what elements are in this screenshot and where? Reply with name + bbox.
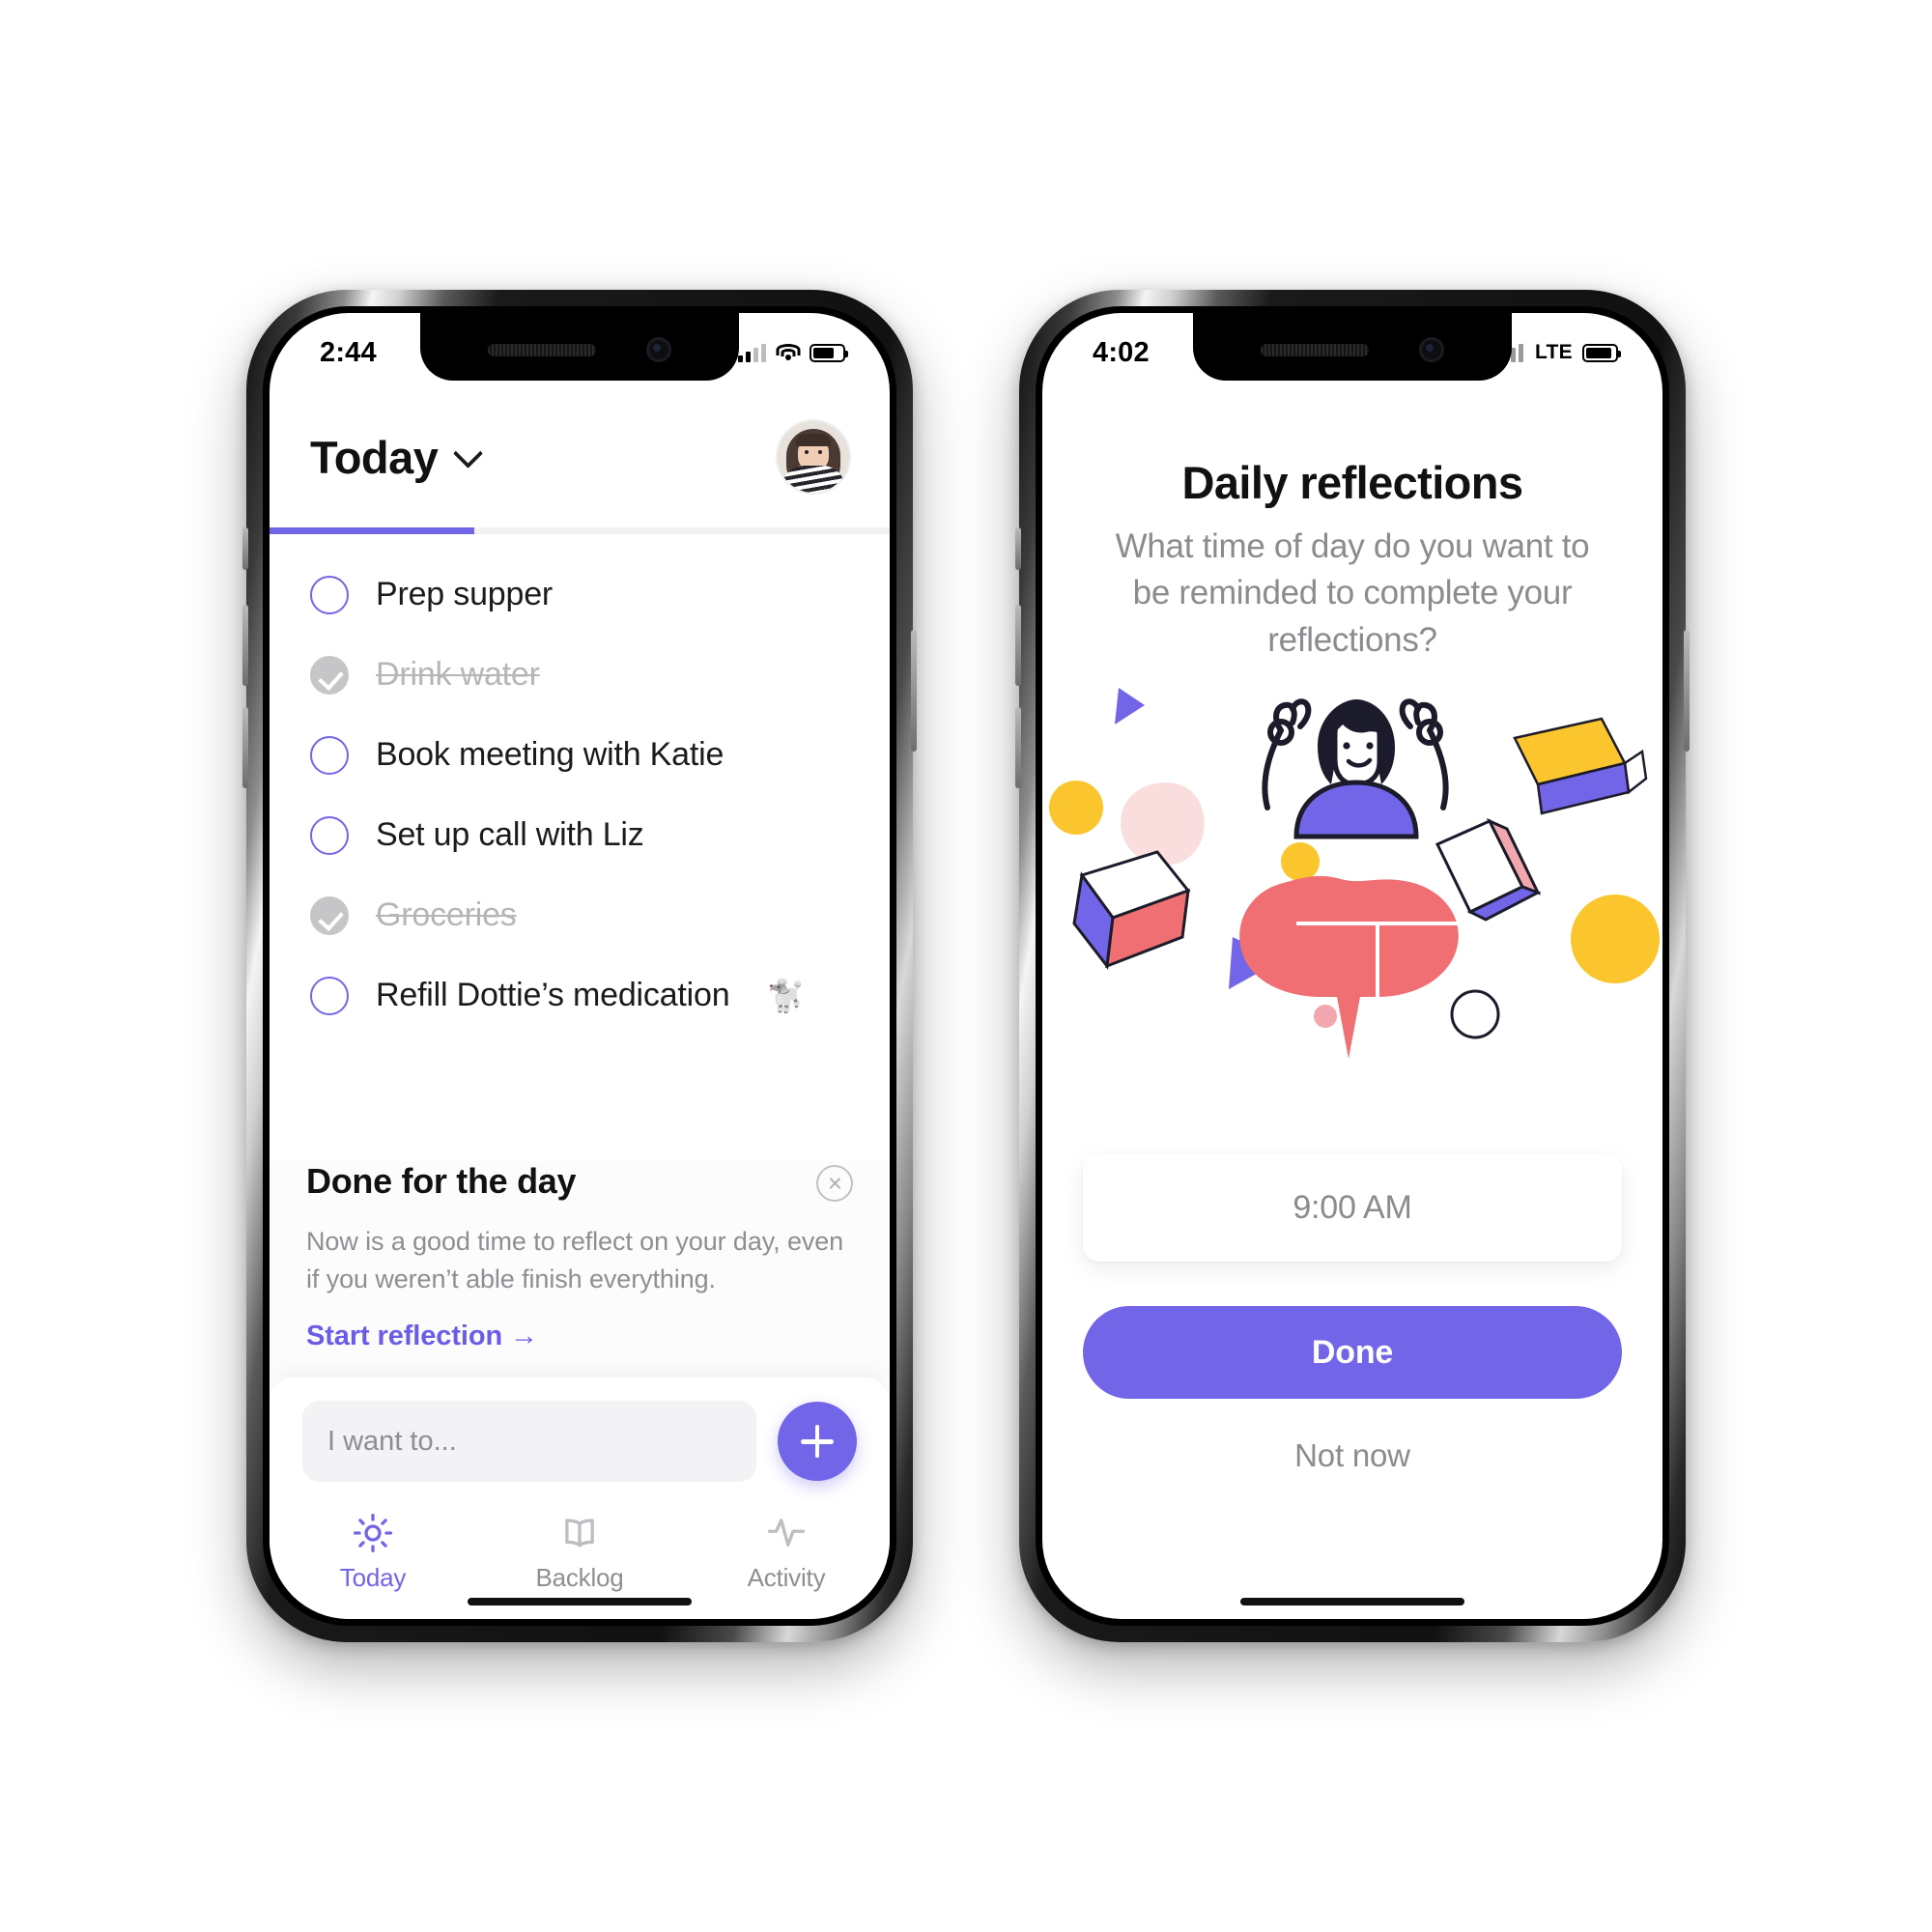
task-row[interactable]: Book meeting with Katie [302,715,857,795]
mute-switch[interactable] [242,527,248,570]
phone-left-bezel: 2:44 Today Prep supper Drink water Book … [263,306,896,1626]
tab-today[interactable]: Today [270,1513,476,1593]
today-list-selector[interactable]: Today [310,431,484,484]
earpiece-speaker [1261,343,1369,356]
task-list: Prep supper Drink water Book meeting wit… [270,554,890,1036]
sun-icon [353,1513,393,1553]
phone-left: 2:44 Today Prep supper Drink water Book … [242,290,917,1642]
front-camera-icon [1419,337,1444,362]
page-title: Daily reflections [1181,457,1523,508]
task-row[interactable]: Groceries [302,875,857,955]
tab-activity[interactable]: Activity [683,1513,890,1593]
task-checkbox-checked[interactable] [310,655,349,695]
power-button[interactable] [911,630,917,752]
status-time: 4:02 [1093,336,1150,368]
done-button[interactable]: Done [1083,1306,1622,1399]
task-row[interactable]: Drink water [302,635,857,715]
done-card-description: Now is a good time to reflect on your da… [306,1227,844,1293]
poodle-emoji-icon: 🐩 [766,978,806,1013]
page-title: Today [310,431,439,483]
book-icon [565,1519,594,1548]
task-checkbox[interactable] [310,815,349,855]
phone-right: 4:02 LTE Daily reflections What time of … [1015,290,1690,1642]
power-button[interactable] [1684,630,1690,752]
new-task-input[interactable] [302,1401,756,1482]
task-label: Book meeting with Katie [376,736,724,773]
status-icons [738,343,848,362]
tab-activity-label: Activity [747,1563,826,1592]
network-type-label: LTE [1534,341,1573,363]
tab-backlog-label: Backlog [535,1563,624,1592]
two-phone-mockup: 2:44 Today Prep supper Drink water Book … [0,0,1932,1932]
notch [1193,313,1512,381]
notch [420,313,739,381]
task-row[interactable]: Refill Dottie’s medication 🐩 [302,955,857,1036]
task-label: Prep supper [376,576,554,612]
front-camera-icon [646,337,671,362]
chevron-down-icon [453,438,484,469]
volume-up-button[interactable] [242,605,248,686]
task-checkbox-checked[interactable] [310,895,349,935]
add-task-button[interactable] [778,1402,857,1481]
cellular-signal-icon [738,343,766,362]
daily-progress-fill [270,527,474,534]
avatar[interactable] [778,421,849,493]
task-label: Set up call with Liz [376,816,644,853]
wifi-icon [776,343,800,362]
task-row[interactable]: Prep supper [302,554,857,635]
task-checkbox[interactable] [310,575,349,614]
battery-icon [1582,343,1621,362]
mute-switch[interactable] [1015,527,1021,570]
today-screen: 2:44 Today Prep supper Drink water Book … [270,313,890,1619]
tab-backlog[interactable]: Backlog [476,1513,683,1593]
volume-up-button[interactable] [1015,605,1021,686]
daily-reflections-screen: 4:02 LTE Daily reflections What time of … [1042,313,1662,1619]
task-row[interactable]: Set up call with Liz [302,795,857,875]
status-icons: LTE [1494,341,1621,364]
done-card-header: Done for the day [306,1161,853,1203]
pulse-icon [767,1519,806,1547]
status-time: 2:44 [320,336,377,368]
task-checkbox[interactable] [310,735,349,775]
phone-right-bezel: 4:02 LTE Daily reflections What time of … [1036,306,1669,1626]
earpiece-speaker [488,343,596,356]
daily-progress-bar [270,527,890,534]
home-indicator[interactable] [1240,1598,1464,1605]
close-icon[interactable] [816,1165,853,1203]
illustration-svg [1049,688,1660,1059]
tab-today-label: Today [339,1563,407,1592]
task-composer [270,1378,890,1505]
done-for-the-day-card: Done for the day Now is a good time to r… [270,1161,890,1378]
reflection-question: What time of day do you want to be remin… [1115,527,1590,659]
start-reflection-link[interactable]: Start reflection → [306,1321,853,1352]
task-label: Refill Dottie’s medication [376,977,730,1013]
person-celebrating-with-shapes-illustration [1042,670,1662,1124]
task-label: Drink water [376,656,540,693]
reminder-time-value: 9:00 AM [1293,1188,1412,1226]
battery-icon [810,343,848,362]
reminder-time-field[interactable]: 9:00 AM [1083,1153,1622,1262]
done-card-title: Done for the day [306,1161,577,1202]
today-header: Today [270,421,890,493]
home-indicator[interactable] [468,1598,692,1605]
volume-down-button[interactable] [242,707,248,788]
task-checkbox[interactable] [310,976,349,1015]
volume-down-button[interactable] [1015,707,1021,788]
not-now-button[interactable]: Not now [1083,1426,1622,1486]
task-label: Groceries [376,896,517,933]
